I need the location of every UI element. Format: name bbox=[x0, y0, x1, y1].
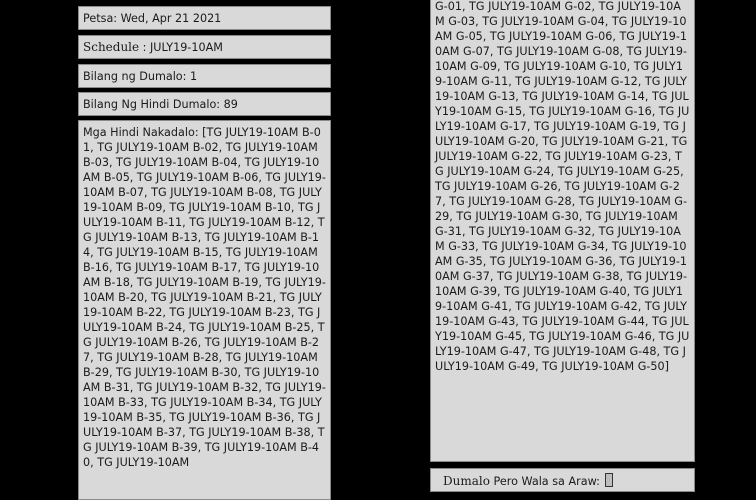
schedule-field: Schedule : JULY19-10AM bbox=[78, 35, 331, 59]
present-label: Dumalo bbox=[443, 474, 490, 488]
present-not-scheduled-field: Dumalo Pero Wala sa Araw: bbox=[430, 468, 695, 492]
absent-count-field: Bilang Ng Hindi Dumalo: 89 bbox=[78, 92, 331, 116]
absentees-continued-text: G-01, TG JULY19-10AM G-02, TG JULY19-10A… bbox=[435, 0, 690, 373]
absentees-list-continued[interactable]: G-01, TG JULY19-10AM G-02, TG JULY19-10A… bbox=[430, 0, 695, 462]
absent-count-text: Bilang Ng Hindi Dumalo: 89 bbox=[83, 98, 238, 111]
present-not-scheduled-text: Pero Wala sa Araw: bbox=[489, 475, 604, 488]
present-count-text: Bilang ng Dumalo: 1 bbox=[83, 70, 198, 83]
date-field: Petsa: Wed, Apr 21 2021 bbox=[78, 6, 331, 30]
present-count-field: Bilang ng Dumalo: 1 bbox=[78, 64, 331, 88]
schedule-value: : JULY19-10AM bbox=[139, 41, 223, 54]
date-text: Petsa: Wed, Apr 21 2021 bbox=[83, 12, 222, 25]
absentees-text: Mga Hindi Nakadalo: [TG JULY19-10AM B-01… bbox=[83, 126, 326, 469]
schedule-label: Schedule bbox=[83, 40, 140, 54]
empty-value-cursor bbox=[605, 473, 614, 487]
absentees-list[interactable]: Mga Hindi Nakadalo: [TG JULY19-10AM B-01… bbox=[78, 120, 331, 500]
